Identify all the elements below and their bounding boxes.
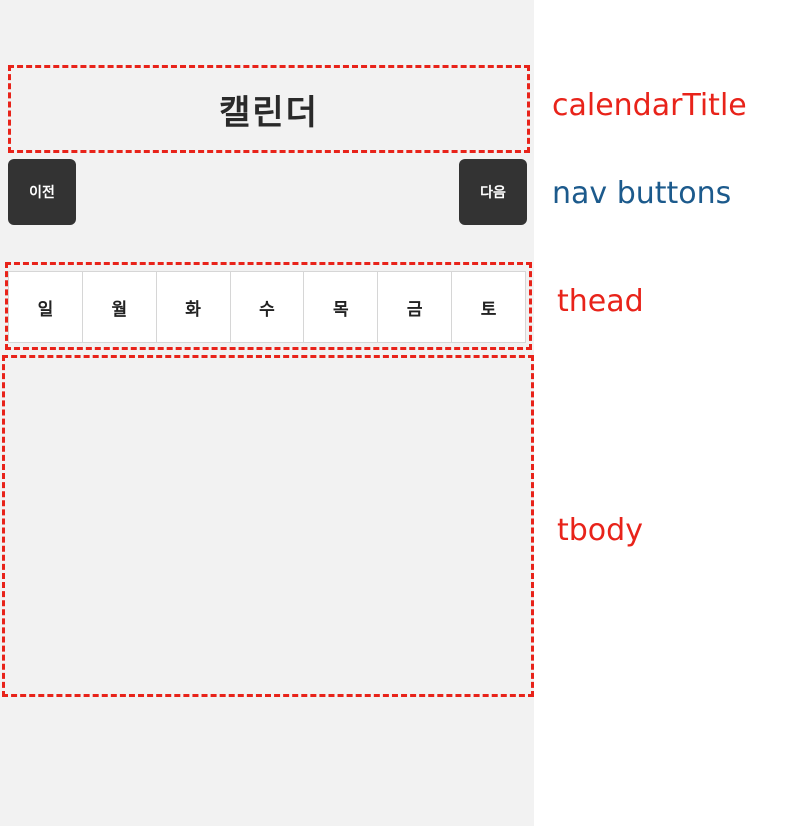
- annotation-thead: thead: [557, 284, 644, 319]
- prev-button[interactable]: 이전: [8, 159, 76, 225]
- annotation-tbody: tbody: [557, 513, 643, 548]
- tbody-outline: [2, 355, 534, 697]
- title-outline: [8, 65, 530, 153]
- annotation-calendar-title: calendarTitle: [552, 88, 747, 123]
- annotation-nav-buttons: nav buttons: [552, 176, 732, 211]
- next-button[interactable]: 다음: [459, 159, 527, 225]
- stage: 캘린더 이전 다음 일 월 화 수 목 금 토 calendarTitle na…: [0, 0, 800, 826]
- thead-outline: [5, 262, 532, 350]
